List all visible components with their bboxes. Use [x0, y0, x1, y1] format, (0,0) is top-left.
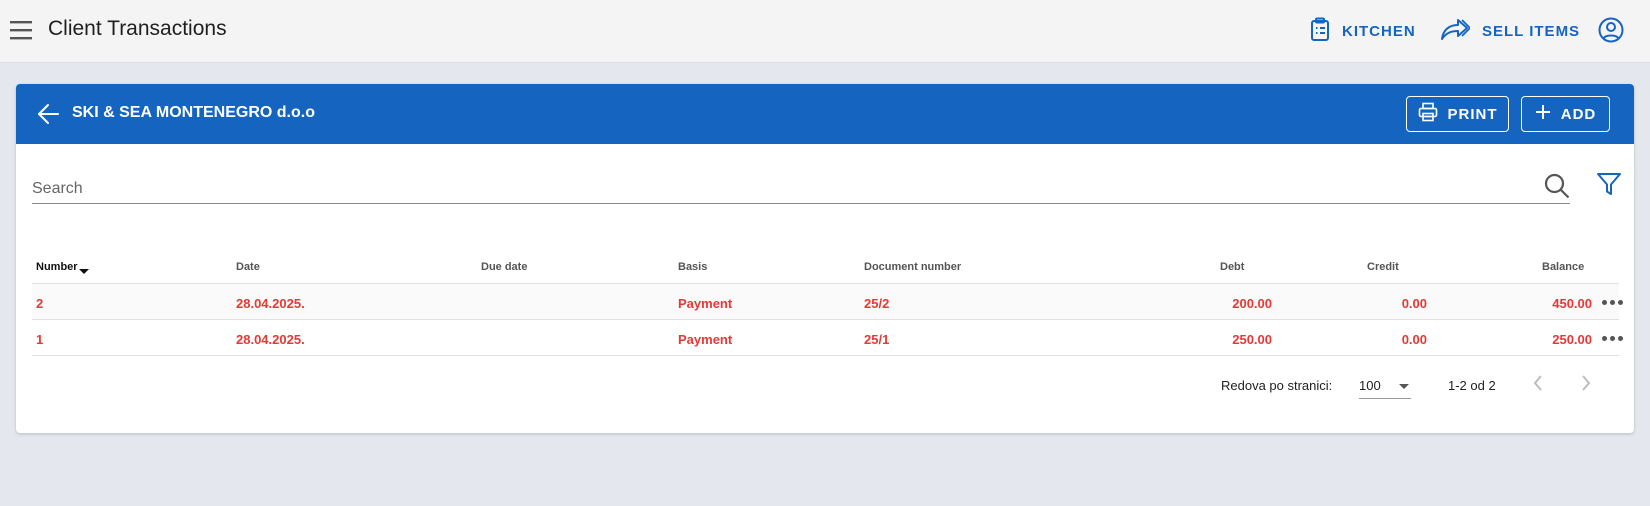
- cell-number: 1: [36, 332, 44, 347]
- kitchen-label: KITCHEN: [1342, 22, 1416, 40]
- cell-balance: 450.00: [1552, 296, 1592, 311]
- pagination-range: 1-2 od 2: [1448, 378, 1496, 393]
- cell-date: 28.04.2025.: [236, 332, 305, 347]
- rows-per-page-label: Redova po stranici:: [1221, 378, 1333, 393]
- clipboard-list-icon: [1310, 17, 1342, 45]
- rows-per-page-select[interactable]: 100: [1359, 369, 1411, 399]
- cell-basis: Payment: [678, 332, 733, 347]
- cell-credit: 0.00: [1401, 296, 1427, 311]
- table-row[interactable]: 2 28.04.2025. Payment 25/2 200.00 0.00 4…: [32, 284, 1623, 320]
- cell-credit: 0.00: [1401, 332, 1427, 347]
- print-button[interactable]: PRINT: [1406, 96, 1509, 132]
- back-arrow-icon[interactable]: [36, 102, 60, 131]
- cell-basis: Payment: [678, 296, 733, 311]
- cell-debt: 200.00: [1232, 296, 1272, 311]
- column-header-basis[interactable]: Basis: [678, 261, 707, 273]
- card-header: SKI & SEA MONTENEGRO d.o.o PRINT ADD: [16, 84, 1634, 144]
- share-forward-icon: [1440, 17, 1482, 45]
- rows-per-page-value: 100: [1359, 378, 1381, 393]
- account-icon[interactable]: [1598, 17, 1624, 48]
- column-header-debt[interactable]: Debt: [1220, 261, 1244, 273]
- row-more-icon[interactable]: [1602, 300, 1623, 305]
- page-title: Client Transactions: [48, 17, 227, 40]
- sell-items-label: SELL ITEMS: [1482, 22, 1581, 40]
- column-header-due-date[interactable]: Due date: [481, 261, 527, 273]
- search-input[interactable]: [32, 176, 1512, 202]
- column-header-number[interactable]: Number: [36, 261, 89, 274]
- plus-icon: [1535, 104, 1561, 124]
- cell-debt: 250.00: [1232, 332, 1272, 347]
- filter-icon[interactable]: [1596, 171, 1622, 202]
- app-bar: Client Transactions KITCHEN SELL ITEMS: [0, 0, 1650, 63]
- column-header-balance[interactable]: Balance: [1542, 261, 1584, 273]
- add-label: ADD: [1560, 105, 1597, 123]
- cell-balance: 250.00: [1552, 332, 1592, 347]
- print-label: PRINT: [1447, 105, 1498, 123]
- client-name: SKI & SEA MONTENEGRO d.o.o: [72, 104, 315, 121]
- column-header-date[interactable]: Date: [236, 261, 260, 273]
- transactions-card: SKI & SEA MONTENEGRO d.o.o PRINT ADD Sea…: [16, 84, 1634, 433]
- cell-document-number: 25/2: [864, 296, 890, 311]
- cell-document-number: 25/1: [864, 332, 890, 347]
- table-header: Number Date Due date Basis Document numb…: [32, 254, 1619, 284]
- row-more-icon[interactable]: [1602, 336, 1623, 341]
- column-header-credit[interactable]: Credit: [1367, 261, 1399, 273]
- dropdown-caret-icon: [1399, 384, 1409, 389]
- kitchen-button[interactable]: KITCHEN: [1310, 14, 1416, 48]
- printer-icon: [1418, 102, 1448, 126]
- next-page-icon[interactable]: [1580, 374, 1592, 397]
- add-button[interactable]: ADD: [1521, 96, 1610, 132]
- cell-date: 28.04.2025.: [236, 296, 305, 311]
- previous-page-icon[interactable]: [1532, 374, 1544, 397]
- sort-desc-icon[interactable]: [78, 269, 89, 274]
- sell-items-button[interactable]: SELL ITEMS: [1440, 14, 1580, 48]
- cell-number: 2: [36, 296, 44, 311]
- column-header-document-number[interactable]: Document number: [864, 261, 961, 273]
- table-row[interactable]: 1 28.04.2025. Payment 25/1 250.00 0.00 2…: [32, 320, 1623, 356]
- search-field: [32, 176, 1570, 204]
- search-icon[interactable]: [1544, 173, 1570, 204]
- menu-icon[interactable]: [10, 19, 34, 41]
